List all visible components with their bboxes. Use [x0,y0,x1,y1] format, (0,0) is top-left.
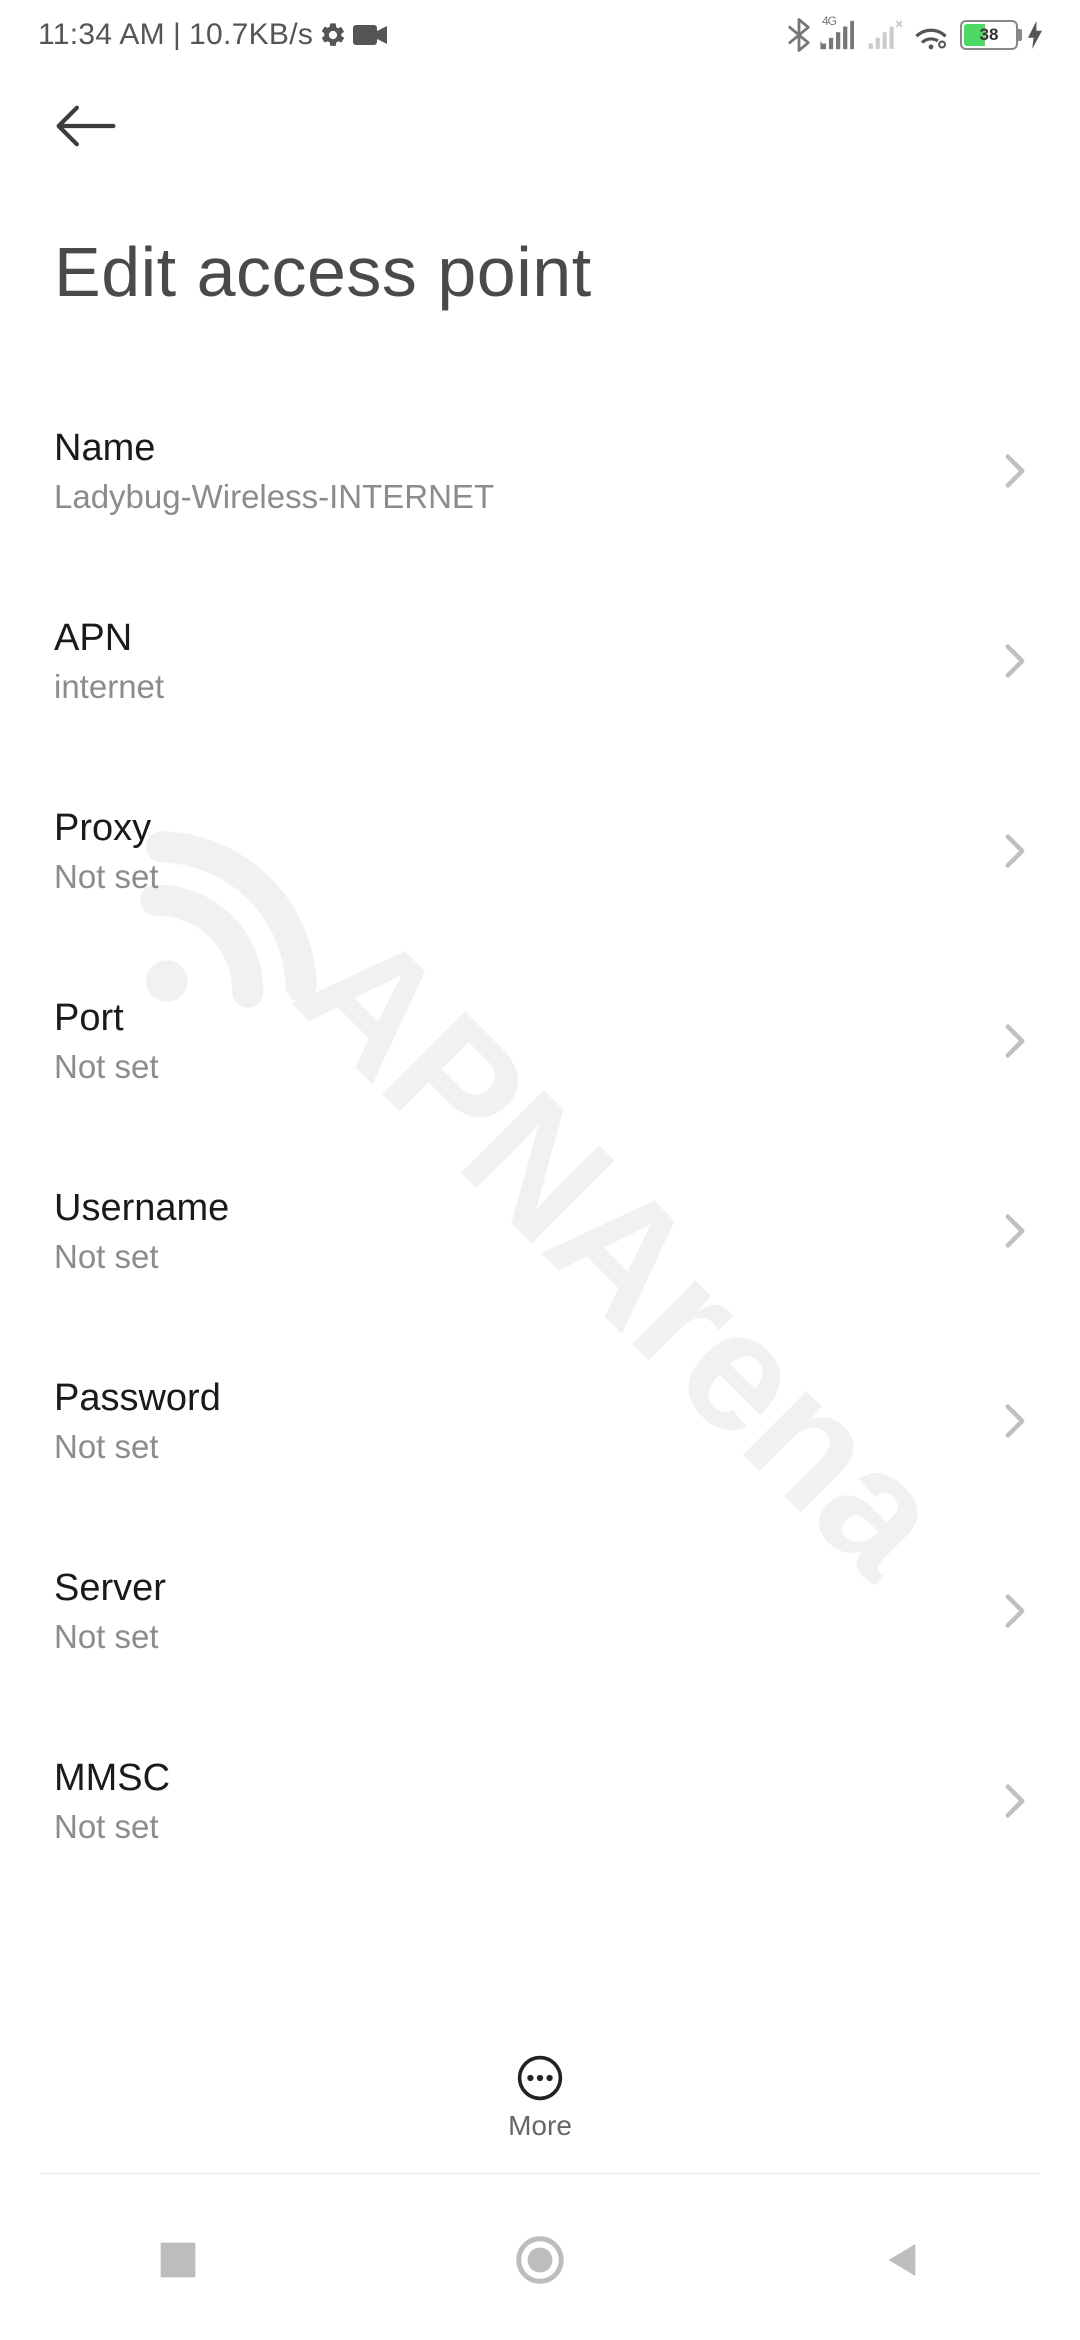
settings-icon [319,21,347,49]
circle-icon [515,2235,565,2285]
battery-icon: 38 [960,20,1018,50]
row-value: Not set [54,1618,1004,1656]
back-button[interactable] [56,103,116,149]
row-title: MMSC [54,1757,1004,1800]
more-icon [516,2054,564,2102]
status-left: 11:34 AM | 10.7KB/s [38,18,387,52]
row-title: Password [54,1377,1004,1420]
row-title: Username [54,1187,1004,1230]
chevron-right-icon [1004,1593,1026,1629]
settings-list: Name Ladybug-Wireless-INTERNET APN inter… [0,376,1080,1932]
chevron-right-icon [1004,833,1026,869]
row-password[interactable]: Password Not set [0,1326,1080,1516]
row-value: Not set [54,858,1004,896]
row-port[interactable]: Port Not set [0,946,1080,1136]
battery-cap [1018,29,1022,41]
camera-icon [353,24,387,46]
chevron-right-icon [1004,643,1026,679]
bottom-divider [40,2173,1040,2174]
row-server[interactable]: Server Not set [0,1516,1080,1706]
sim1-signal-icon: 4G [820,18,856,52]
chevron-right-icon [1004,453,1026,489]
row-apn[interactable]: APN internet [0,566,1080,756]
wifi-icon [912,20,950,50]
bluetooth-icon [788,18,810,52]
row-proxy[interactable]: Proxy Not set [0,756,1080,946]
chevron-right-icon [1004,1783,1026,1819]
sim2-no-signal-icon [866,18,902,52]
chevron-right-icon [1004,1403,1026,1439]
back-arrow-icon [56,103,116,149]
clock-text: 11:34 AM [38,18,165,52]
row-title: Name [54,427,1004,470]
more-button[interactable]: More [0,2006,1080,2172]
row-title: APN [54,617,1004,660]
status-right: 4G 38 [788,18,1042,52]
square-icon [158,2240,198,2280]
app-header [0,78,1080,174]
navigation-bar [0,2180,1080,2340]
net-speed-text: 10.7KB/s [189,18,313,52]
row-value: Not set [54,1238,1004,1276]
page-title: Edit access point [54,232,592,312]
row-mms-proxy[interactable]: MMS proxy Not set [0,1896,1080,1932]
status-separator: | [173,18,181,52]
row-value: Not set [54,1808,1004,1846]
row-value: Not set [54,1048,1004,1086]
row-name[interactable]: Name Ladybug-Wireless-INTERNET [0,376,1080,566]
more-label: More [508,2110,572,2142]
charging-icon [1028,21,1042,49]
row-username[interactable]: Username Not set [0,1136,1080,1326]
nav-recent-button[interactable] [158,2240,198,2280]
row-value: Not set [54,1428,1004,1466]
row-value: internet [54,668,1004,706]
nav-back-button[interactable] [882,2240,922,2280]
row-value: Ladybug-Wireless-INTERNET [54,478,1004,516]
triangle-left-icon [882,2240,922,2280]
chevron-right-icon [1004,1213,1026,1249]
battery-percent: 38 [962,22,1016,48]
row-title: Proxy [54,807,1004,850]
chevron-right-icon [1004,1023,1026,1059]
nav-home-button[interactable] [515,2235,565,2285]
row-mmsc[interactable]: MMSC Not set [0,1706,1080,1896]
status-bar: 11:34 AM | 10.7KB/s 4G [0,0,1080,70]
row-title: Server [54,1567,1004,1610]
row-title: Port [54,997,1004,1040]
